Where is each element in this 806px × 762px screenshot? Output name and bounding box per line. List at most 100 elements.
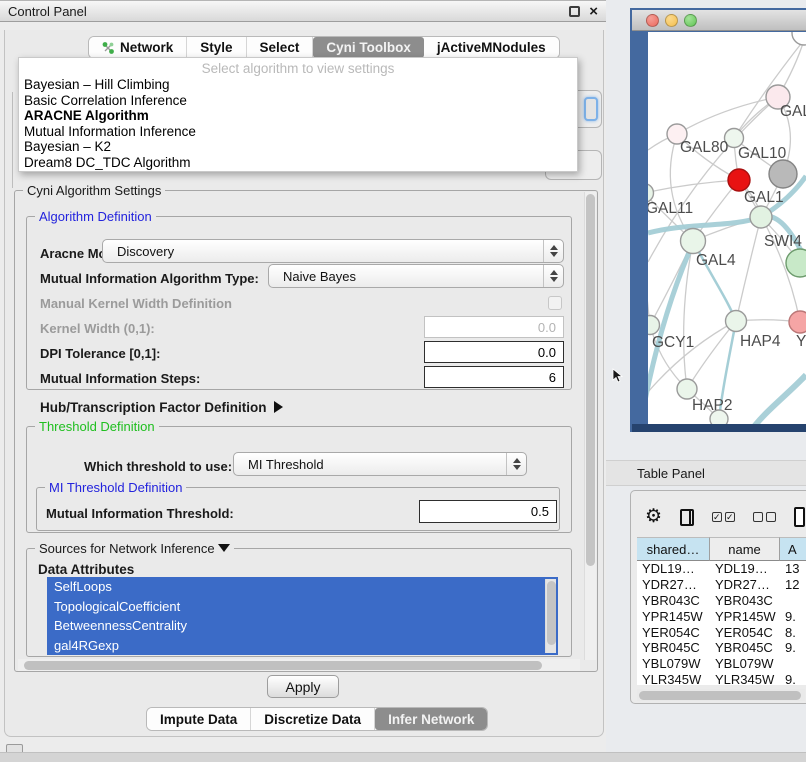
table-panel-title: Table Panel [637, 466, 705, 481]
hub-definition-toggle[interactable]: Hub/Transcription Factor Definition [40, 400, 283, 415]
network-canvas[interactable]: GAL GAL80 GAL10 GAL1 GAL11 GAL4 SWI4 GCY… [648, 32, 806, 424]
tab-impute-data[interactable]: Impute Data [147, 708, 251, 730]
table-row[interactable]: YBR043CYBR043C [637, 593, 806, 609]
apply-button[interactable]: Apply [267, 675, 339, 698]
attribute-item-selected[interactable]: SelfLoops [47, 577, 558, 597]
node-gray[interactable] [769, 160, 797, 188]
mi-threshold-field[interactable]: 0.5 [419, 500, 557, 523]
table-row[interactable]: YBL079WYBL079W [637, 656, 806, 672]
node-hap4[interactable] [726, 311, 747, 332]
control-panel-tabs: Network Style Select Cyni Toolbox jActiv… [88, 36, 560, 59]
kernel-width-field[interactable]: 0.0 [424, 316, 564, 338]
node-gcy1[interactable] [648, 316, 660, 335]
gear-icon[interactable]: ⚙ [645, 507, 662, 527]
algorithm-dropdown-popup: Select algorithm to view settings Bayesi… [18, 57, 578, 172]
network-view-window: GAL GAL80 GAL10 GAL1 GAL11 GAL4 SWI4 GCY… [630, 8, 806, 432]
focused-stepper-fragment [584, 97, 598, 121]
algorithm-option-selected[interactable]: ARACNE Algorithm [19, 108, 577, 124]
dpi-tolerance-field[interactable]: 0.0 [424, 341, 564, 363]
node-table: shared… name A YDL19…YDL19…13 YDR27…YDR2… [637, 537, 806, 685]
minimize-traffic-light-icon[interactable] [665, 14, 678, 27]
table-horizontal-scrollbar[interactable] [637, 689, 805, 701]
tab-network[interactable]: Network [89, 37, 187, 58]
svg-text:HAP4: HAP4 [740, 333, 781, 350]
which-threshold-label: Which threshold to use: [84, 459, 232, 474]
node-hap2[interactable] [677, 379, 697, 399]
node-green-right[interactable] [786, 249, 806, 277]
attribute-item-selected[interactable]: gal4RGexp [47, 636, 558, 656]
algorithm-option[interactable]: Dream8 DC_TDC Algorithm [19, 155, 577, 171]
export-table-icon[interactable] [794, 507, 805, 527]
table-panel-titlebar: Table Panel [606, 460, 806, 486]
tab-style[interactable]: Style [187, 37, 246, 58]
hide-columns-icon[interactable] [753, 512, 776, 522]
combo-stepper-icon [506, 453, 526, 475]
settings-horizontal-scrollbar[interactable] [18, 659, 580, 671]
table-row[interactable]: YDL19…YDL19…13 [637, 561, 806, 577]
control-panel-titlebar: Control Panel × [0, 0, 606, 22]
algorithm-option[interactable]: Basic Correlation Inference [19, 93, 577, 109]
close-icon[interactable]: × [589, 6, 598, 17]
attribute-item-selected[interactable]: TopologicalCoefficient [47, 597, 558, 617]
column-header-shared-name[interactable]: shared… [637, 537, 710, 561]
aracne-mode-combo[interactable]: Discovery [102, 239, 564, 263]
mi-steps-field[interactable]: 6 [424, 366, 564, 388]
combo-stepper-icon [543, 240, 563, 262]
which-threshold-combo[interactable]: MI Threshold [233, 452, 527, 476]
node-gal1[interactable] [728, 169, 750, 191]
cyni-settings-title: Cyni Algorithm Settings [23, 183, 165, 198]
status-strip [0, 752, 806, 762]
network-graph: GAL GAL80 GAL10 GAL1 GAL11 GAL4 SWI4 GCY… [648, 32, 806, 424]
mi-steps-label: Mutual Information Steps: [40, 371, 200, 386]
algorithm-prompt: Select algorithm to view settings [19, 58, 577, 77]
svg-text:Y: Y [796, 333, 806, 350]
close-traffic-light-icon[interactable] [646, 14, 659, 27]
mi-threshold-label: Mutual Information Threshold: [46, 506, 234, 521]
algorithm-option[interactable]: Bayesian – K2 [19, 139, 577, 155]
split-columns-icon[interactable] [680, 509, 694, 526]
node-swi4[interactable] [750, 206, 772, 228]
column-header-partial[interactable]: A [780, 537, 806, 561]
threshold-definition-title: Threshold Definition [35, 419, 159, 434]
table-row[interactable]: YDR27…YDR27…12 [637, 577, 806, 593]
attribute-item-selected[interactable]: BetweennessCentrality [47, 616, 558, 636]
table-row[interactable]: YLR345WYLR345W9. [637, 672, 806, 685]
algorithm-option[interactable]: Bayesian – Hill Climbing [19, 77, 577, 93]
show-columns-icon[interactable]: ✓✓ [712, 512, 735, 522]
cyni-mode-tabs: Impute Data Discretize Data Infer Networ… [146, 707, 488, 731]
combo-stepper-icon [543, 265, 563, 287]
table-row[interactable]: YBR045CYBR045C9. [637, 640, 806, 656]
column-header-name[interactable]: name [710, 537, 780, 561]
tab-discretize-data[interactable]: Discretize Data [251, 708, 375, 730]
sources-title[interactable]: Sources for Network Inference [35, 541, 234, 556]
network-window-titlebar[interactable] [632, 10, 806, 31]
data-attributes-label: Data Attributes [38, 562, 134, 577]
algorithm-option[interactable]: Mutual Information Inference [19, 124, 577, 140]
chevron-down-icon [218, 544, 230, 552]
node-partial-top[interactable] [792, 32, 806, 45]
mi-threshold-title: MI Threshold Definition [45, 480, 186, 495]
svg-text:HAP2: HAP2 [692, 397, 733, 414]
table-toolbar: ⚙ ✓✓ [645, 505, 805, 529]
data-attributes-list: SelfLoops TopologicalCoefficient Between… [47, 577, 558, 655]
hidden-groupline-fragment [12, 92, 13, 188]
tab-cyni-toolbox[interactable]: Cyni Toolbox [313, 37, 424, 58]
table-row[interactable]: YPR145WYPR145W9. [637, 609, 806, 625]
mi-type-label: Mutual Information Algorithm Type: [40, 271, 259, 286]
chevron-right-icon [274, 401, 283, 413]
table-row[interactable]: YER054CYER054C8. [637, 625, 806, 641]
tab-infer-network[interactable]: Infer Network [375, 708, 487, 730]
svg-text:GAL10: GAL10 [738, 145, 787, 162]
table-header-row: shared… name A [637, 537, 806, 561]
tab-select[interactable]: Select [247, 37, 314, 58]
svg-text:GAL4: GAL4 [696, 252, 736, 269]
float-icon[interactable] [569, 6, 580, 17]
settings-vertical-scrollbar[interactable] [584, 192, 596, 660]
maximize-traffic-light-icon[interactable] [684, 14, 697, 27]
node-y-partial[interactable] [789, 311, 806, 333]
manual-kernel-checkbox[interactable] [548, 296, 562, 310]
node-gal4[interactable] [681, 229, 706, 254]
tab-jactivemnodules[interactable]: jActiveMNodules [424, 37, 559, 58]
attributes-scrollbar[interactable] [545, 579, 556, 653]
mi-type-combo[interactable]: Naive Bayes [268, 264, 564, 288]
